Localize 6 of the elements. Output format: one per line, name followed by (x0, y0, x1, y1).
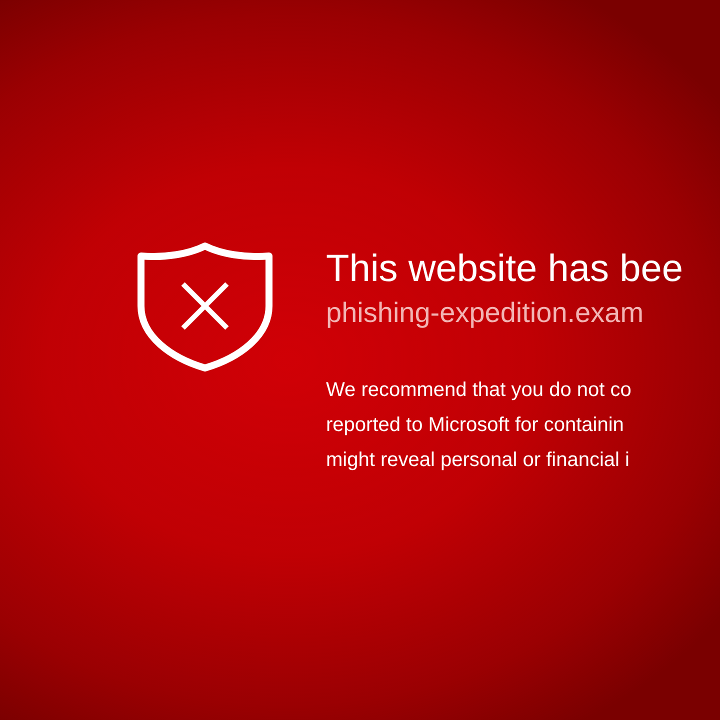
shield-x-icon (135, 240, 275, 372)
warning-text: We recommend that you do not co (326, 378, 632, 403)
page-title: This website has bee (326, 247, 683, 292)
site-address: phishing-expedition.exam (326, 296, 645, 330)
warning-text: might reveal personal or financial i (326, 448, 630, 473)
warning-text: reported to Microsoft for containin (326, 413, 625, 438)
